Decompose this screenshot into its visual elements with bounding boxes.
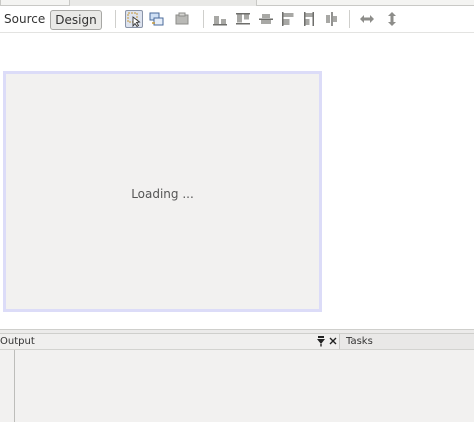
bottom-panel-header: Output Tasks [0,334,474,350]
design-view-button[interactable]: Design [50,10,102,30]
align-bottom-icon[interactable] [212,11,228,27]
design-canvas[interactable]: Loading ... [3,71,322,312]
minimize-panel-icon[interactable] [315,335,327,347]
close-panel-icon[interactable] [327,335,339,347]
align-right-icon[interactable] [302,11,318,27]
output-panel-body[interactable] [0,350,474,422]
toolbar-separator [115,10,116,28]
output-tab[interactable]: Output [0,334,35,349]
toolbar-separator [203,10,204,28]
align-left-icon[interactable] [280,11,296,27]
editor-toolbar: Source Design [0,6,474,33]
source-view-button[interactable]: Source [2,10,47,28]
change-horizontal-resizability-icon[interactable] [359,11,375,27]
change-vertical-resizability-icon[interactable] [384,11,400,27]
tasks-tab[interactable]: Tasks [339,334,474,349]
loading-status: Loading ... [131,187,194,201]
connection-mode-icon[interactable] [148,11,164,27]
selection-mode-icon[interactable] [125,10,143,28]
center-vertically-icon[interactable] [258,11,274,27]
center-horizontally-icon[interactable] [324,11,340,27]
preview-design-icon[interactable] [174,11,190,27]
output-gutter [14,350,15,422]
toolbar-separator [349,10,350,28]
tasks-tab-label: Tasks [346,336,373,347]
align-top-icon[interactable] [235,11,251,27]
